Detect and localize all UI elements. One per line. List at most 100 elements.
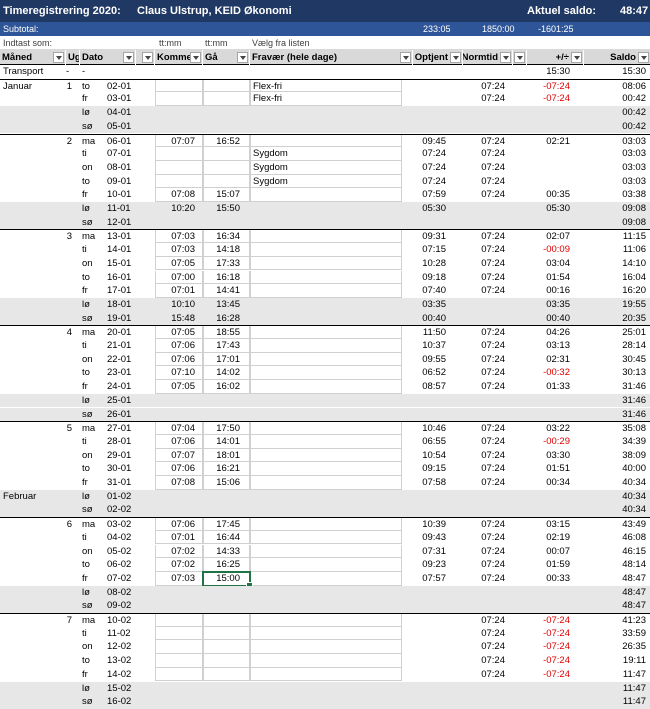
fravaer-cell[interactable]: Sygdom	[253, 162, 288, 173]
fravaer-select-box[interactable]	[250, 256, 402, 271]
filter-dropdown-icon[interactable]	[123, 52, 134, 63]
gaa-cell[interactable]: 17:43	[205, 340, 240, 351]
header-dato[interactable]: Dato	[80, 50, 136, 65]
fravaer-select-box[interactable]	[250, 667, 402, 682]
kommet-cell[interactable]: 07:00	[161, 272, 195, 283]
gaa-input-box[interactable]	[203, 626, 250, 641]
header-optjent[interactable]: Optjent	[413, 50, 463, 65]
kommet-cell[interactable]: 10:20	[161, 203, 195, 214]
gaa-cell[interactable]: 16:52	[205, 136, 240, 147]
header-day[interactable]	[136, 50, 155, 65]
header-fravaer[interactable]: Fravær (hele dage)	[250, 50, 413, 65]
fravaer-cell[interactable]: Sygdom	[253, 176, 288, 187]
fravaer-select-box[interactable]	[250, 422, 402, 435]
kommet-cell[interactable]: 07:08	[161, 189, 195, 200]
gaa-cell[interactable]: 15:06	[205, 477, 240, 488]
kommet-cell[interactable]: 07:06	[161, 463, 195, 474]
gaa-cell[interactable]: 16:34	[205, 231, 240, 242]
gaa-cell[interactable]: 14:02	[205, 367, 240, 378]
gaa-input-box[interactable]	[203, 147, 250, 161]
fravaer-select-box[interactable]	[250, 558, 402, 572]
filter-dropdown-icon[interactable]	[500, 52, 511, 63]
filter-dropdown-icon[interactable]	[571, 52, 582, 63]
fravaer-select-box[interactable]	[250, 640, 402, 655]
gaa-cell[interactable]: 18:01	[205, 450, 240, 461]
fravaer-select-box[interactable]	[250, 270, 402, 285]
header-diff[interactable]: +/÷	[527, 50, 584, 65]
fravaer-cell[interactable]: Flex-fri	[253, 81, 282, 92]
fravaer-select-box[interactable]	[250, 188, 402, 202]
fravaer-select-box[interactable]	[250, 284, 402, 298]
active-cell-selection[interactable]	[202, 570, 253, 589]
kommet-input-box[interactable]	[155, 654, 203, 668]
gaa-input-box[interactable]	[203, 92, 250, 107]
kommet-cell[interactable]: 07:08	[161, 477, 195, 488]
kommet-cell[interactable]: 07:01	[161, 532, 195, 543]
header-maaned[interactable]: Måned	[0, 50, 66, 65]
header-gaa[interactable]: Gå	[203, 50, 250, 65]
filter-dropdown-icon[interactable]	[638, 52, 649, 63]
kommet-cell[interactable]: 07:03	[161, 573, 195, 584]
fravaer-select-box[interactable]	[250, 366, 402, 381]
gaa-cell[interactable]: 16:21	[205, 463, 240, 474]
gaa-cell[interactable]: 17:50	[205, 423, 240, 434]
fravaer-select-box[interactable]	[250, 326, 402, 339]
kommet-input-box[interactable]	[155, 174, 203, 189]
kommet-input-box[interactable]	[155, 640, 203, 655]
kommet-cell[interactable]: 07:07	[161, 450, 195, 461]
fravaer-select-box[interactable]	[250, 626, 402, 641]
gaa-input-box[interactable]	[203, 640, 250, 655]
fravaer-select-box[interactable]	[250, 614, 402, 627]
fravaer-select-box[interactable]	[250, 571, 402, 586]
header-kommet[interactable]: Kommet	[155, 50, 203, 65]
fravaer-select-box[interactable]	[250, 339, 402, 353]
gaa-cell[interactable]: 16:28	[205, 313, 240, 324]
fravaer-select-box[interactable]	[250, 448, 402, 463]
gaa-cell[interactable]: 14:01	[205, 436, 240, 447]
fravaer-select-box[interactable]	[250, 530, 402, 545]
header-uge[interactable]: Ug	[66, 50, 80, 65]
filter-dropdown-icon[interactable]	[53, 52, 64, 63]
filter-dropdown-icon[interactable]	[142, 52, 153, 63]
fravaer-select-box[interactable]	[250, 544, 402, 559]
fravaer-select-box[interactable]	[250, 230, 402, 244]
fravaer-select-box[interactable]	[250, 243, 402, 257]
gaa-cell[interactable]: 17:45	[205, 519, 240, 530]
kommet-cell[interactable]: 07:06	[161, 340, 195, 351]
kommet-cell[interactable]: 07:03	[161, 244, 195, 255]
gaa-cell[interactable]: 16:02	[205, 381, 240, 392]
kommet-cell[interactable]: 07:02	[161, 559, 195, 570]
gaa-cell[interactable]: 17:01	[205, 354, 240, 365]
kommet-cell[interactable]: 07:03	[161, 231, 195, 242]
fravaer-select-box[interactable]	[250, 380, 402, 394]
header-saldo[interactable]: Saldo	[584, 50, 650, 65]
gaa-cell[interactable]: 18:55	[205, 327, 240, 338]
fravaer-select-box[interactable]	[250, 352, 402, 367]
kommet-input-box[interactable]	[155, 667, 203, 682]
fravaer-cell[interactable]: Flex-fri	[253, 93, 282, 104]
header-blank[interactable]	[513, 50, 527, 65]
gaa-cell[interactable]: 14:18	[205, 244, 240, 255]
gaa-cell[interactable]: 17:33	[205, 258, 240, 269]
kommet-input-box[interactable]	[155, 614, 203, 627]
filter-dropdown-icon[interactable]	[237, 52, 248, 63]
filter-dropdown-icon[interactable]	[514, 52, 525, 63]
kommet-cell[interactable]: 07:01	[161, 285, 195, 296]
kommet-input-box[interactable]	[155, 160, 203, 175]
kommet-input-box[interactable]	[155, 79, 203, 93]
kommet-input-box[interactable]	[155, 626, 203, 641]
kommet-cell[interactable]: 07:06	[161, 519, 195, 530]
gaa-input-box[interactable]	[203, 174, 250, 189]
fravaer-select-box[interactable]	[250, 476, 402, 490]
kommet-cell[interactable]: 07:05	[161, 327, 195, 338]
filter-dropdown-icon[interactable]	[190, 52, 201, 63]
kommet-cell[interactable]: 07:07	[161, 136, 195, 147]
gaa-input-box[interactable]	[203, 654, 250, 668]
gaa-input-box[interactable]	[203, 160, 250, 175]
kommet-cell[interactable]: 07:05	[161, 381, 195, 392]
kommet-cell[interactable]: 07:06	[161, 436, 195, 447]
header-normtid[interactable]: Normtid	[463, 50, 513, 65]
kommet-cell[interactable]: 15:48	[161, 313, 195, 324]
fravaer-select-box[interactable]	[250, 518, 402, 531]
kommet-cell[interactable]: 07:10	[161, 367, 195, 378]
